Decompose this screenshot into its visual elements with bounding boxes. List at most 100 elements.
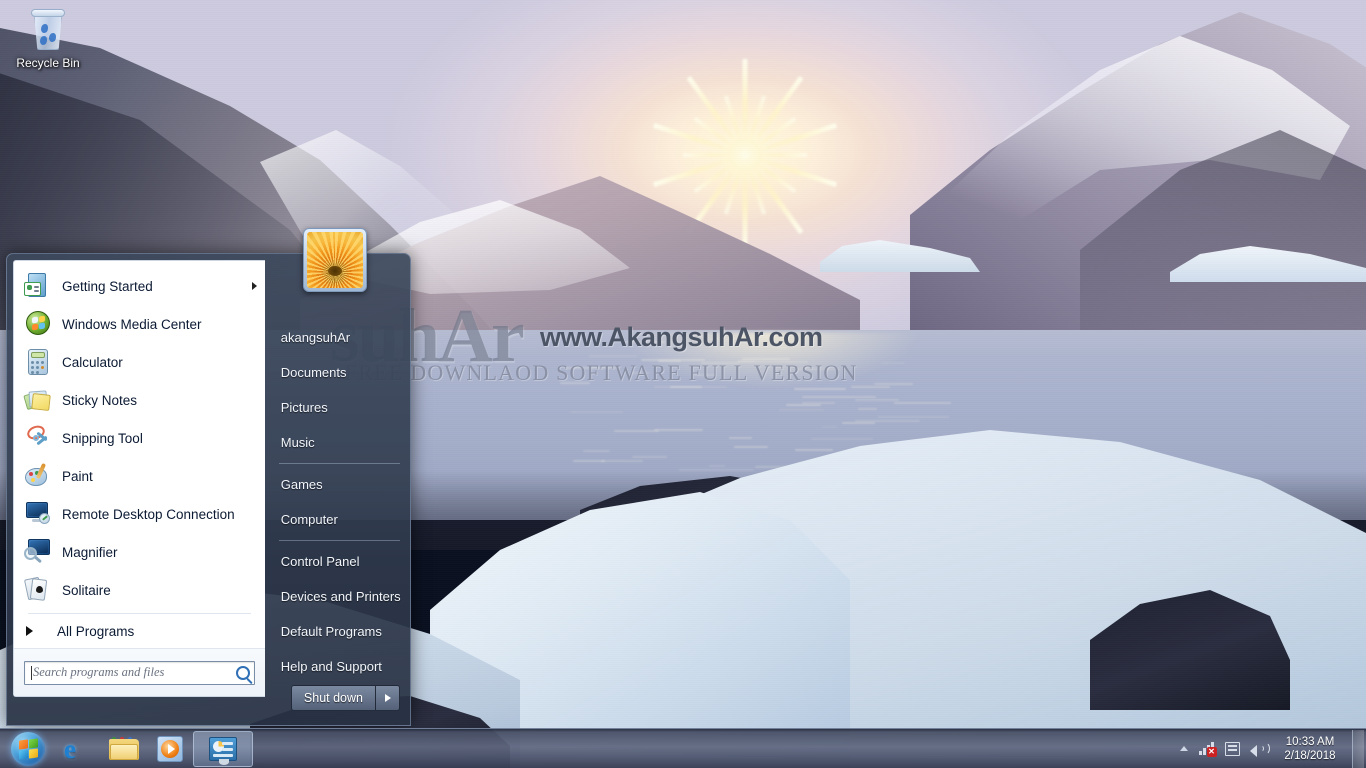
start-menu-left-panel: Getting Started Windows Media Center Calcu… xyxy=(13,260,265,697)
user-avatar[interactable] xyxy=(303,228,367,292)
volume-icon xyxy=(1250,742,1266,756)
control-panel-icon xyxy=(209,737,237,761)
start-menu-item-remote-desktop-connection[interactable]: Remote Desktop Connection xyxy=(14,495,265,533)
water-streak xyxy=(802,396,876,398)
start-menu-item-magnifier[interactable]: Magnifier xyxy=(14,533,265,571)
water-streak xyxy=(878,416,949,418)
start-menu-item-label: Windows Media Center xyxy=(62,317,202,332)
start-menu-search-area: Search programs and files xyxy=(14,648,265,696)
shut-down-button[interactable]: Shut down xyxy=(291,685,376,711)
water-streak xyxy=(560,382,590,384)
start-menu-right-item-documents[interactable]: Documents xyxy=(265,355,410,390)
recycle-bin-label: Recycle Bin xyxy=(8,56,88,70)
start-menu-item-paint[interactable]: Paint xyxy=(14,457,265,495)
taskbar-window-control-panel[interactable] xyxy=(193,731,253,767)
start-menu-right-panel: akangsuhAr Documents Pictures Music Games Com… xyxy=(265,254,410,725)
remote-desktop-icon xyxy=(24,499,52,529)
show-hidden-icons-button[interactable] xyxy=(1175,746,1193,751)
text-caret xyxy=(31,666,32,680)
start-menu-item-calculator[interactable]: Calculator xyxy=(14,343,265,381)
shut-down-options-button[interactable] xyxy=(376,685,400,711)
water-streak xyxy=(589,355,637,357)
water-streak xyxy=(737,361,808,363)
action-center-icon xyxy=(1225,742,1240,756)
start-menu-right-item-help-and-support[interactable]: Help and Support xyxy=(265,649,410,684)
shutdown-control[interactable]: Shut down xyxy=(291,685,400,711)
magnifier-icon xyxy=(24,537,52,567)
sticky-notes-icon xyxy=(24,385,52,415)
search-placeholder: Search programs and files xyxy=(33,665,236,680)
water-streak xyxy=(570,411,623,413)
clock[interactable]: 10:33 AM 2/18/2018 xyxy=(1271,730,1349,768)
clock-time: 10:33 AM xyxy=(1286,735,1335,749)
start-menu-right-item-devices-and-printers[interactable]: Devices and Printers xyxy=(265,579,410,614)
taskbar[interactable]: e ✕ 10:33 AM 2/18/2018 xyxy=(0,728,1366,768)
water-streak xyxy=(855,420,920,422)
water-streak xyxy=(631,372,649,374)
recycle-bin-icon xyxy=(24,6,72,54)
taskbar-internet-explorer[interactable]: e xyxy=(55,730,101,768)
taskbar-windows-media-player[interactable] xyxy=(147,730,193,768)
search-input[interactable]: Search programs and files xyxy=(24,661,255,685)
tray-volume-icon-wrapper[interactable] xyxy=(1245,730,1271,768)
search-icon[interactable] xyxy=(236,666,250,680)
calculator-icon xyxy=(24,347,52,377)
solitaire-icon xyxy=(24,575,52,605)
start-menu-item-label: Magnifier xyxy=(62,545,118,560)
start-menu-item-solitaire[interactable]: Solitaire xyxy=(14,571,265,609)
water-streak xyxy=(614,430,658,432)
start-button[interactable] xyxy=(1,730,55,768)
water-streak xyxy=(795,449,833,451)
water-streak xyxy=(894,402,951,404)
water-streak xyxy=(734,446,769,448)
chevron-up-icon xyxy=(1180,746,1188,751)
tray-network-icon-wrapper[interactable]: ✕ xyxy=(1193,730,1219,768)
tray-action-center-icon-wrapper[interactable] xyxy=(1219,730,1245,768)
show-desktop-button[interactable] xyxy=(1352,730,1364,768)
water-streak xyxy=(742,358,791,360)
start-menu-right-divider xyxy=(279,463,400,464)
system-tray[interactable]: ✕ 10:33 AM 2/18/2018 xyxy=(1175,730,1366,768)
start-menu-item-windows-media-center[interactable]: Windows Media Center xyxy=(14,305,265,343)
start-menu-right-item-pictures[interactable]: Pictures xyxy=(265,390,410,425)
start-menu-item-sticky-notes[interactable]: Sticky Notes xyxy=(14,381,265,419)
water-streak xyxy=(842,422,875,424)
windows-start-orb-icon xyxy=(11,732,45,766)
all-programs-label: All Programs xyxy=(57,624,134,639)
start-menu-right-item-games[interactable]: Games xyxy=(265,467,410,502)
start-menu-item-label: Solitaire xyxy=(62,583,111,598)
snipping-tool-icon xyxy=(24,423,52,453)
water-streak xyxy=(709,338,752,340)
start-menu-right-item-control-panel[interactable]: Control Panel xyxy=(265,544,410,579)
desktop-icon-recycle-bin[interactable]: Recycle Bin xyxy=(8,6,88,70)
paint-icon xyxy=(24,461,52,491)
start-menu[interactable]: Getting Started Windows Media Center Calcu… xyxy=(6,253,411,726)
all-programs-button[interactable]: All Programs xyxy=(14,614,265,648)
start-menu-right-item-akangsuhar[interactable]: akangsuhAr xyxy=(265,320,410,355)
chevron-right-icon xyxy=(252,282,257,290)
folder-icon xyxy=(109,737,139,761)
avatar-picture xyxy=(307,232,363,288)
start-menu-program-list: Getting Started Windows Media Center Calcu… xyxy=(14,261,265,609)
water-streak xyxy=(713,348,729,350)
start-menu-right-item-computer[interactable]: Computer xyxy=(265,502,410,537)
water-streak xyxy=(772,347,788,349)
water-streak xyxy=(654,386,726,388)
start-menu-right-item-default-programs[interactable]: Default Programs xyxy=(265,614,410,649)
taskbar-windows-explorer[interactable] xyxy=(101,730,147,768)
water-streak xyxy=(583,450,610,452)
internet-explorer-icon: e xyxy=(64,735,92,763)
start-menu-item-snipping-tool[interactable]: Snipping Tool xyxy=(14,419,265,457)
chevron-right-icon xyxy=(385,694,391,702)
clock-date: 2/18/2018 xyxy=(1284,749,1335,763)
media-player-icon xyxy=(157,736,183,762)
getting-started-icon xyxy=(24,271,52,301)
water-streak xyxy=(654,429,703,431)
start-menu-item-getting-started[interactable]: Getting Started xyxy=(14,267,265,305)
water-streak xyxy=(632,456,667,458)
water-streak xyxy=(658,360,680,362)
water-streak xyxy=(822,426,837,428)
water-streak xyxy=(811,438,873,440)
start-menu-right-item-music[interactable]: Music xyxy=(265,425,410,460)
windows-media-center-icon xyxy=(24,309,52,339)
